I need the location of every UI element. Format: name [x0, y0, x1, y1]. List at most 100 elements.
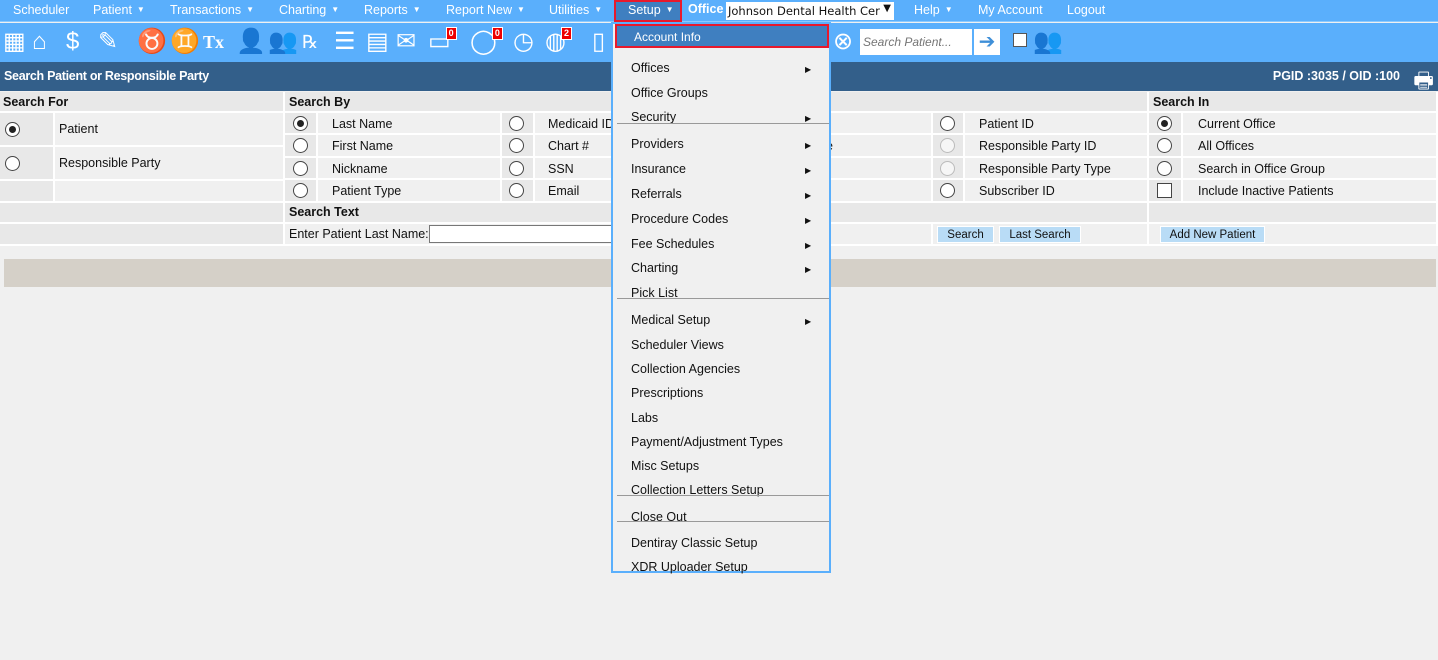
- include-inactive-checkbox[interactable]: [1157, 183, 1172, 198]
- radio-office-group[interactable]: [1157, 161, 1172, 176]
- nav-patient[interactable]: Patient ▼: [93, 3, 145, 17]
- radio-nickname[interactable]: [293, 161, 308, 176]
- menu-item-xdr-uploader-setup[interactable]: XDR Uploader Setup: [631, 560, 748, 574]
- messages-icon[interactable]: ▭ 0: [428, 27, 457, 56]
- nav-logout[interactable]: Logout: [1067, 3, 1105, 17]
- pgid-oid: PGID :3035 / OID :100: [1272, 69, 1400, 83]
- submenu-arrow-icon: ▶: [805, 65, 812, 74]
- nav-charting[interactable]: Charting ▼: [279, 3, 339, 17]
- radio-cell: [285, 135, 318, 158]
- patient-last-name-input[interactable]: [429, 225, 619, 243]
- messages-badge: 0: [445, 27, 457, 40]
- radio-all-offices[interactable]: [1157, 138, 1172, 153]
- menu-item-prescriptions[interactable]: Prescriptions: [631, 386, 703, 400]
- nav-help[interactable]: Help ▼: [914, 3, 953, 17]
- tooth-crown-icon[interactable]: ♊: [170, 28, 200, 56]
- menu-item-security[interactable]: Security: [631, 110, 676, 124]
- office-select[interactable]: Johnson Dental Health Cer ▼: [726, 2, 894, 20]
- option-include-inactive: Include Inactive Patients: [1183, 180, 1438, 203]
- menu-item-payment-adjustment-types[interactable]: Payment/Adjustment Types: [631, 435, 783, 449]
- submenu-arrow-icon: ▶: [805, 114, 812, 123]
- caret-down-icon: ▼: [412, 5, 421, 14]
- nav-label: Setup: [628, 3, 661, 17]
- nav-utilities[interactable]: Utilities ▼: [549, 3, 602, 17]
- radio-email[interactable]: [509, 183, 524, 198]
- print-document-icon[interactable]: ▤: [366, 28, 389, 56]
- radio-responsible-party-id[interactable]: [940, 138, 955, 153]
- radio-responsible-party[interactable]: [5, 156, 20, 171]
- expand-chevron-icon[interactable]: ⊗: [833, 28, 853, 56]
- menu-item-label: Procedure Codes: [631, 212, 729, 226]
- menu-item-fee-schedules[interactable]: Fee Schedules: [631, 237, 714, 251]
- menu-item-scheduler-views[interactable]: Scheduler Views: [631, 338, 724, 352]
- nav-setup[interactable]: Setup ▼: [614, 0, 682, 22]
- radio-ssn[interactable]: [509, 161, 524, 176]
- notepad-icon[interactable]: ☰: [334, 28, 356, 56]
- menu-item-office-groups[interactable]: Office Groups: [631, 86, 708, 100]
- radio-medicaid-id[interactable]: [509, 116, 524, 131]
- prescription-icon[interactable]: ℞: [302, 28, 318, 56]
- globe-user-icon[interactable]: ◍ 2: [545, 27, 572, 56]
- nav-scheduler[interactable]: Scheduler: [13, 3, 69, 17]
- radio-subscriber-id[interactable]: [940, 183, 955, 198]
- radio-cell: [285, 158, 318, 180]
- last-search-button[interactable]: Last Search: [999, 226, 1081, 243]
- option-office-group: Search in Office Group: [1183, 158, 1438, 180]
- office-value: Johnson Dental Health Cer: [728, 4, 880, 18]
- radio-first-name[interactable]: [293, 138, 308, 153]
- tx-plan-icon[interactable]: Tx: [203, 28, 224, 56]
- menu-item-account-info[interactable]: Account Info: [615, 24, 829, 48]
- home-icon[interactable]: ⌂: [32, 28, 47, 56]
- nav-label: Report New: [446, 3, 512, 17]
- option-last-name: Last Name: [318, 113, 502, 135]
- office-label: Office: [688, 2, 724, 16]
- menu-item-insurance[interactable]: Insurance: [631, 162, 686, 176]
- option-first-name: First Name: [318, 135, 502, 158]
- menu-item-charting[interactable]: Charting: [631, 261, 678, 275]
- menu-item-collection-agencies[interactable]: Collection Agencies: [631, 362, 740, 376]
- search-patient-input[interactable]: [860, 29, 972, 55]
- radio-last-name[interactable]: [293, 116, 308, 131]
- nav-reports[interactable]: Reports ▼: [364, 3, 421, 17]
- submenu-arrow-icon: ▶: [805, 241, 812, 250]
- calendar-icon[interactable]: ▦: [3, 28, 26, 56]
- chat-icon[interactable]: ◯ 0: [470, 27, 503, 56]
- users-check-icon[interactable]: 👥: [1033, 28, 1063, 56]
- radio-current-office[interactable]: [1157, 116, 1172, 131]
- toolbar-checkbox[interactable]: [1013, 33, 1027, 47]
- checkbox-cell: [1149, 180, 1183, 203]
- edit-notes-icon[interactable]: ✎: [98, 28, 118, 56]
- add-patient-icon[interactable]: 👤: [236, 28, 266, 56]
- nav-report-new[interactable]: Report New ▼: [446, 3, 525, 17]
- nav-transactions[interactable]: Transactions ▼: [170, 3, 254, 17]
- radio-patient-id[interactable]: [940, 116, 955, 131]
- menu-item-dentiray-classic-setup[interactable]: Dentiray Classic Setup: [631, 536, 757, 550]
- menu-item-labs[interactable]: Labs: [631, 411, 658, 425]
- menu-item-providers[interactable]: Providers: [631, 137, 684, 151]
- tooth-chart-icon[interactable]: ▯: [592, 28, 605, 56]
- radio-patient[interactable]: [5, 122, 20, 137]
- tooth-icon[interactable]: ♉: [137, 28, 167, 56]
- radio-cell: [502, 113, 535, 135]
- add-new-patient-button[interactable]: Add New Patient: [1160, 226, 1265, 243]
- menu-item-offices[interactable]: Offices: [631, 61, 670, 75]
- radio-patient-type[interactable]: [293, 183, 308, 198]
- mail-icon[interactable]: ✉: [396, 28, 416, 56]
- menu-item-medical-setup[interactable]: Medical Setup: [631, 313, 710, 327]
- radio-responsible-party-type[interactable]: [940, 161, 955, 176]
- caret-down-icon: ▼: [517, 5, 525, 14]
- menu-item-label: Offices: [631, 61, 670, 75]
- dropdown-arrow-icon: ▼: [883, 3, 891, 14]
- menu-item-misc-setups[interactable]: Misc Setups: [631, 459, 699, 473]
- go-arrow-button[interactable]: ➔: [974, 29, 1000, 55]
- radio-chart-number[interactable]: [509, 138, 524, 153]
- add-family-icon[interactable]: 👥: [268, 28, 298, 56]
- menu-item-referrals[interactable]: Referrals: [631, 187, 682, 201]
- option-nickname: Nickname: [318, 158, 502, 180]
- menu-item-procedure-codes[interactable]: Procedure Codes: [631, 212, 728, 226]
- nav-my-account[interactable]: My Account: [978, 3, 1043, 17]
- search-button[interactable]: Search: [937, 226, 994, 243]
- menu-item-label: XDR Uploader Setup: [631, 560, 748, 574]
- clock-icon[interactable]: ◷: [513, 28, 534, 56]
- billing-icon[interactable]: $: [66, 28, 79, 56]
